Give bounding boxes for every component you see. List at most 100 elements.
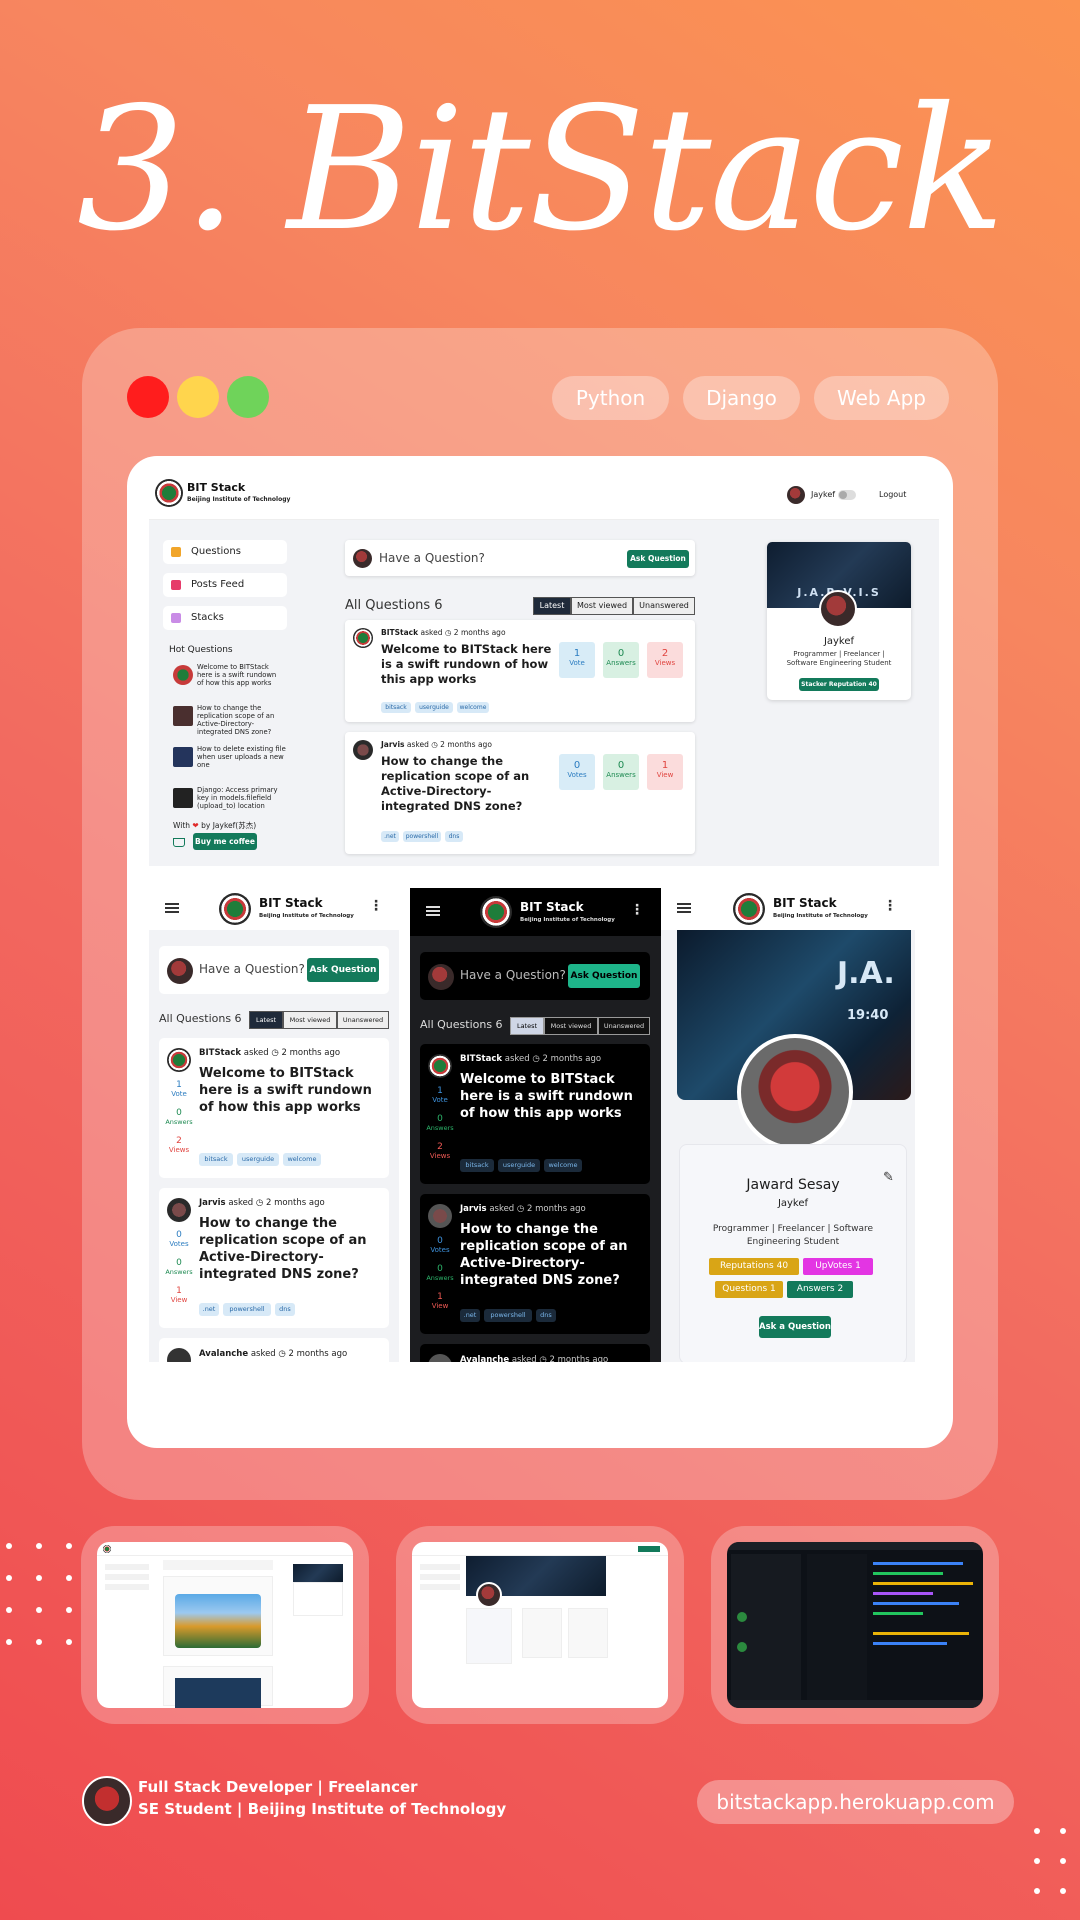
hamburger-menu-icon[interactable]: [426, 906, 440, 916]
question-card[interactable]: BITStack asked ◷ 2 months ago Welcome to…: [159, 1038, 389, 1178]
ask-question-button[interactable]: Ask Question: [627, 550, 689, 568]
question-title[interactable]: Welcome to BITStack here is a swift rund…: [381, 642, 553, 687]
tab-most-viewed[interactable]: Most viewed: [544, 1017, 598, 1035]
tag-python: Python: [552, 376, 669, 420]
user-name[interactable]: Jaykef: [811, 490, 835, 499]
answer-count: 0 Answers: [426, 1114, 454, 1132]
tag[interactable]: dns: [275, 1303, 295, 1316]
profile-avatar: [819, 590, 857, 628]
question-title[interactable]: How to change the replication scope of a…: [460, 1221, 642, 1289]
question-card[interactable]: Jarvis asked ◷ 2 months ago How to chang…: [159, 1188, 389, 1328]
brand-subtitle: Beijing Institute of Technology: [773, 913, 868, 919]
buy-coffee-button[interactable]: Buy me coffee: [193, 833, 257, 850]
tag[interactable]: bitsack: [199, 1153, 233, 1166]
thumbnail-posts-feed[interactable]: [81, 1526, 369, 1724]
question-meta: BITStack asked ◷ 2 months ago: [381, 628, 506, 637]
hot-question-link[interactable]: Welcome to BITStack here is a swift rund…: [197, 663, 283, 687]
ask-a-question-button[interactable]: Ask a Question: [759, 1316, 831, 1338]
ask-box: Have a Question? Ask Question: [420, 952, 650, 1000]
ask-input[interactable]: Have a Question?: [199, 962, 305, 976]
bitstack-logo-icon: [480, 896, 512, 928]
tab-latest[interactable]: Latest: [249, 1011, 283, 1029]
tab-unanswered[interactable]: Unanswered: [633, 597, 695, 615]
question-card[interactable]: Avalanche asked ◷ 2 months ago: [159, 1338, 389, 1362]
hamburger-menu-icon[interactable]: [165, 903, 179, 913]
tag[interactable]: bitsack: [381, 702, 411, 713]
sidebar-item-label: Questions: [191, 546, 241, 557]
tag[interactable]: userguide: [415, 702, 453, 713]
tag[interactable]: userguide: [498, 1159, 540, 1172]
question-title[interactable]: How to change the replication scope of a…: [381, 754, 553, 814]
tab-unanswered[interactable]: Unanswered: [598, 1017, 650, 1035]
thumbnail-code-editor[interactable]: [711, 1526, 999, 1724]
view-count: 1 View: [431, 1292, 449, 1310]
mobile-header: BIT Stack Beijing Institute of Technolog…: [149, 888, 399, 930]
tag[interactable]: bitsack: [460, 1159, 494, 1172]
sidebar-item-posts-feed[interactable]: Posts Feed: [163, 573, 287, 597]
avatar: [428, 1204, 452, 1228]
window-dot-yellow: [177, 376, 219, 418]
tag[interactable]: welcome: [283, 1153, 321, 1166]
tag[interactable]: dns: [536, 1309, 556, 1322]
sidebar-item-questions[interactable]: Questions: [163, 540, 287, 564]
views-stat: 2 Views: [647, 642, 683, 678]
more-options-icon[interactable]: ⋮: [883, 898, 897, 914]
tab-most-viewed[interactable]: Most viewed: [571, 597, 633, 615]
window-dot-green: [227, 376, 269, 418]
tag[interactable]: welcome: [544, 1159, 582, 1172]
question-card[interactable]: Jarvis asked ◷ 2 months ago How to chang…: [345, 732, 695, 854]
ask-question-button[interactable]: Ask Question: [568, 964, 640, 988]
thumbnail-profile-page[interactable]: [396, 1526, 684, 1724]
question-card[interactable]: Jarvis asked ◷ 2 months ago How to chang…: [420, 1194, 650, 1334]
hot-question-link[interactable]: How to delete existing file when user up…: [197, 745, 287, 769]
question-card[interactable]: BITStack asked ◷ 2 months ago Welcome to…: [420, 1044, 650, 1184]
profile-card: J.A.R.V.I.S Jaykef Programmer | Freelanc…: [767, 542, 911, 700]
view-count: 2 Views: [429, 1142, 451, 1160]
clock-icon: ◷: [255, 1198, 264, 1208]
question-title[interactable]: How to change the replication scope of a…: [199, 1215, 381, 1283]
tag[interactable]: welcome: [457, 702, 489, 713]
tab-latest[interactable]: Latest: [533, 597, 571, 615]
profile-avatar: [737, 1034, 853, 1150]
question-meta: Jarvis asked ◷ 2 months ago: [381, 740, 492, 749]
tab-latest[interactable]: Latest: [510, 1017, 544, 1035]
question-title[interactable]: Welcome to BITStack here is a swift rund…: [460, 1071, 640, 1122]
tag[interactable]: .net: [199, 1303, 219, 1316]
tag[interactable]: powershell: [403, 831, 441, 842]
tab-most-viewed[interactable]: Most viewed: [283, 1011, 337, 1029]
tag[interactable]: powershell: [223, 1303, 271, 1316]
tag[interactable]: userguide: [237, 1153, 279, 1166]
question-card[interactable]: Avalanche asked ◷ 2 months ago: [420, 1344, 650, 1362]
hot-question-link[interactable]: How to change the replication scope of a…: [197, 704, 287, 736]
logout-link[interactable]: Logout: [879, 490, 906, 499]
sidebar-item-stacks[interactable]: Stacks: [163, 606, 287, 630]
question-card[interactable]: BITStack asked ◷ 2 months ago Welcome to…: [345, 620, 695, 722]
ask-question-button[interactable]: Ask Question: [307, 958, 379, 982]
tab-unanswered[interactable]: Unanswered: [337, 1011, 389, 1029]
tag[interactable]: dns: [445, 831, 463, 842]
hot-question-link[interactable]: Django: Access primary key in models.fil…: [197, 786, 287, 810]
more-options-icon[interactable]: ⋮: [369, 898, 383, 914]
bitstack-logo-icon: [155, 479, 183, 507]
ask-input[interactable]: Have a Question?: [379, 551, 485, 565]
view-count: 2 Views: [168, 1136, 190, 1154]
more-options-icon[interactable]: ⋮: [630, 902, 644, 918]
tag[interactable]: .net: [381, 831, 399, 842]
user-avatar[interactable]: [787, 486, 805, 504]
question-meta: Jarvis asked ◷ 2 months ago: [460, 1204, 586, 1214]
app-url-link[interactable]: bitstackapp.herokuapp.com: [697, 1780, 1014, 1824]
clock-icon: ◷: [539, 1355, 547, 1362]
brand-name: BIT Stack: [773, 896, 837, 910]
reputation-badge: Reputations 40: [709, 1258, 799, 1275]
vote-count: 0 Votes: [169, 1230, 189, 1248]
tag[interactable]: .net: [460, 1309, 480, 1322]
hamburger-menu-icon[interactable]: [677, 903, 691, 913]
sidebar-item-label: Posts Feed: [191, 579, 245, 590]
question-title[interactable]: Welcome to BITStack here is a swift rund…: [199, 1065, 379, 1116]
ask-input[interactable]: Have a Question?: [460, 968, 566, 982]
theme-toggle[interactable]: [838, 490, 856, 500]
profile-bio: Programmer | Freelancer | Software Engin…: [786, 650, 892, 667]
clock-icon: ◷: [532, 1054, 540, 1064]
tag[interactable]: powershell: [484, 1309, 532, 1322]
all-questions-count: All Questions 6: [420, 1018, 503, 1031]
